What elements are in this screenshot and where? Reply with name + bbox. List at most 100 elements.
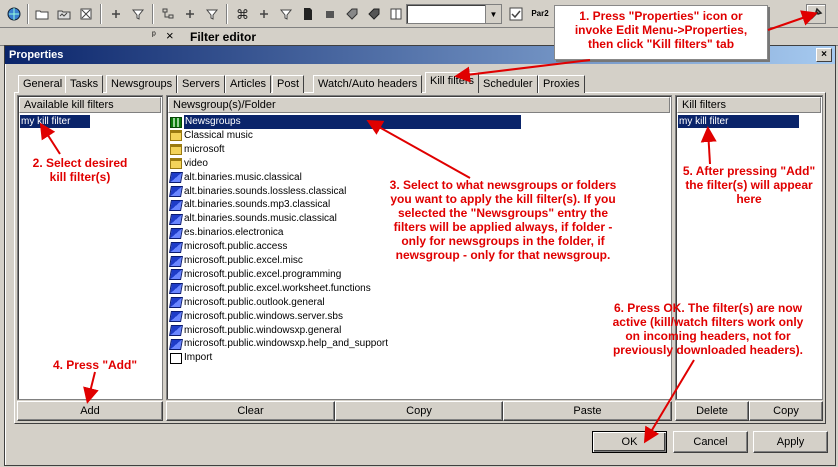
list-item[interactable]: my kill filter <box>678 115 799 128</box>
tab-general[interactable]: General <box>18 75 68 93</box>
newsgroup-icon <box>169 241 183 253</box>
toolbar-separator <box>152 4 154 24</box>
tree-item[interactable]: microsoft.public.outlook.general <box>169 296 325 310</box>
delete-button[interactable]: Delete <box>675 401 749 421</box>
delete-icon[interactable] <box>76 4 96 24</box>
tree-item[interactable]: Import <box>170 351 212 365</box>
tag-icon[interactable] <box>342 4 362 24</box>
annotation-step3: 3. Select to what newsgroups or folders … <box>389 178 617 262</box>
filter-icon[interactable] <box>202 4 222 24</box>
tree-item-label: es.binarios.electronica <box>184 227 284 239</box>
tab-tasks[interactable]: Tasks <box>65 75 104 93</box>
annotation-step2: 2. Select desired kill filter(s) <box>32 156 128 184</box>
tree-item[interactable]: alt.binaries.music.classical <box>169 171 302 185</box>
list-item[interactable]: my kill filter <box>20 115 90 128</box>
plus-icon[interactable] <box>106 4 126 24</box>
tree-item-label: microsoft.public.access <box>184 241 288 253</box>
newsgroup-icon <box>169 199 183 211</box>
copy-button[interactable]: Copy <box>335 401 503 421</box>
globe-icon[interactable] <box>4 4 24 24</box>
tree-item[interactable]: microsoft.public.windows.server.sbs <box>169 310 343 324</box>
tree-item-label: alt.binaries.music.classical <box>184 171 302 183</box>
tab-kill-filters[interactable]: Kill filters <box>425 72 480 93</box>
tree-item-label: microsoft.public.windowsxp.general <box>184 324 342 336</box>
tree-item[interactable]: Classical music <box>170 129 253 143</box>
newsgroup-icon <box>169 186 183 197</box>
newsgroup-icon <box>169 227 183 239</box>
tree-item[interactable]: microsoft.public.excel.worksheet.functio… <box>169 282 371 296</box>
tab-watch-auto-headers[interactable]: Watch/Auto headers <box>313 75 423 93</box>
chevron-down-icon[interactable]: ▼ <box>485 5 501 23</box>
book-icon[interactable] <box>386 4 406 24</box>
newsgroup-icon <box>169 311 183 323</box>
tab-articles[interactable]: Articles <box>225 75 272 93</box>
available-kill-filters-list[interactable]: Available kill filters my kill filter <box>17 95 163 400</box>
tree-item[interactable]: alt.binaries.sounds.lossless.classical <box>169 185 346 199</box>
plus-icon[interactable] <box>180 4 200 24</box>
tree-item-label: microsoft.public.outlook.general <box>184 296 325 308</box>
folder-icon <box>170 130 182 142</box>
tree-item[interactable]: microsoft.public.windowsxp.general <box>169 324 342 338</box>
tree-item-label: microsoft.public.excel.misc <box>184 255 303 266</box>
newsgroup-icon <box>169 338 183 350</box>
available-kill-filters-header: Available kill filters <box>19 97 161 113</box>
tab-post[interactable]: Post <box>272 75 305 93</box>
paste-button[interactable]: Paste <box>503 401 672 421</box>
add-button[interactable]: Add <box>17 401 163 421</box>
tab-servers[interactable]: Servers <box>177 75 225 93</box>
tree-item-label: microsoft <box>184 143 225 155</box>
filter-icon[interactable] <box>276 4 296 24</box>
newsgroup-icon <box>169 172 183 184</box>
tree-item[interactable]: microsoft.public.windowsxp.help_and_supp… <box>169 337 388 351</box>
annotation-step5: 5. After pressing "Add" the filter(s) wi… <box>682 164 816 206</box>
tree-item[interactable]: microsoft.public.access <box>169 240 288 254</box>
tree-item[interactable]: microsoft.public.excel.programming <box>169 268 342 282</box>
kill-filters-header: Kill filters <box>677 97 821 113</box>
tree-item-label: microsoft.public.excel.programming <box>184 268 342 280</box>
tree-icon[interactable] <box>158 4 178 24</box>
tree-item-label: Import <box>184 352 213 364</box>
tree-item[interactable]: microsoft <box>170 143 225 157</box>
newsgroup-icon <box>169 255 183 267</box>
annotation-step6: 6. Press OK. The filter(s) are now activ… <box>612 301 804 357</box>
annotation-callout: 1. Press "Properties" icon or invoke Edi… <box>554 5 768 60</box>
clear-button[interactable]: Clear <box>166 401 335 421</box>
newsgroup-icon <box>169 297 183 309</box>
tree-item[interactable]: video <box>170 157 208 171</box>
dialog-close-button[interactable]: × <box>816 48 832 62</box>
filter-editor-tab[interactable]: Filter editor <box>190 30 256 44</box>
new-folder-icon[interactable] <box>32 4 52 24</box>
tag-icon[interactable] <box>364 4 384 24</box>
import-icon <box>170 352 182 364</box>
newsgroups-folder-header: Newsgroup(s)/Folder <box>168 97 670 113</box>
tree-item[interactable]: alt.binaries.sounds.mp3.classical <box>169 198 331 212</box>
check-icon[interactable] <box>506 4 526 24</box>
par2-icon[interactable]: Par2 <box>530 4 550 24</box>
document-icon[interactable] <box>298 4 318 24</box>
pin-icon[interactable]: ᵖ <box>152 30 156 41</box>
plus-icon[interactable] <box>254 4 274 24</box>
tree-item-label: alt.binaries.sounds.mp3.classical <box>184 199 331 211</box>
tree-item[interactable]: es.binarios.electronica <box>169 226 284 240</box>
tree-item[interactable]: Newsgroups <box>170 115 521 129</box>
tab-newsgroups[interactable]: Newsgroups <box>106 75 178 93</box>
tab-scheduler[interactable]: Scheduler <box>478 75 538 93</box>
close-icon[interactable]: × <box>166 28 174 43</box>
cancel-button[interactable]: Cancel <box>673 431 748 453</box>
tree-item[interactable]: alt.binaries.sounds.music.classical <box>169 212 337 226</box>
open-folder-icon[interactable] <box>54 4 74 24</box>
tree-item[interactable]: microsoft.public.excel.misc <box>169 254 303 268</box>
tab-proxies[interactable]: Proxies <box>538 75 585 93</box>
newsgroup-icon <box>169 325 183 336</box>
tree-item-label: Newsgroups <box>184 115 521 129</box>
square-icon[interactable] <box>320 4 340 24</box>
newsgroup-icon <box>169 213 183 225</box>
filter-icon[interactable] <box>128 4 148 24</box>
toolbar-combo[interactable]: ▼ <box>406 4 502 24</box>
apply-button[interactable]: Apply <box>753 431 828 453</box>
annotation-step4: 4. Press "Add" <box>52 358 138 372</box>
ok-button[interactable]: OK <box>592 431 667 453</box>
command-icon[interactable]: ⌘ <box>232 4 252 24</box>
properties-icon[interactable] <box>806 4 826 24</box>
copy-filter-button[interactable]: Copy <box>749 401 823 421</box>
